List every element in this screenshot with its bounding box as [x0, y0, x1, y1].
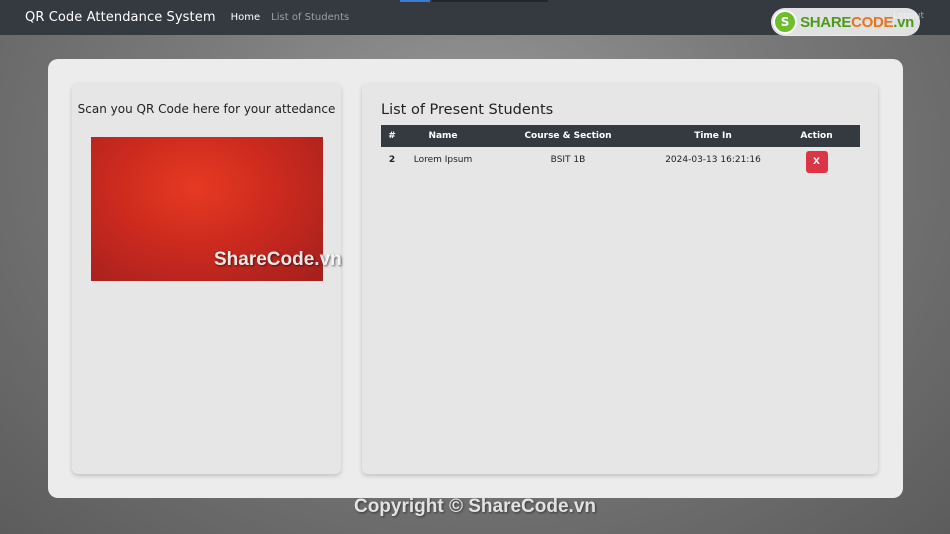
column-header-time-in: Time In [653, 125, 773, 147]
nav-link-list-of-students[interactable]: List of Students [271, 12, 349, 23]
row-action-cell: X [773, 147, 860, 173]
column-header-number: # [381, 125, 403, 147]
column-header-course: Course & Section [483, 125, 653, 147]
brand-title[interactable]: QR Code Attendance System [25, 10, 216, 25]
attendance-title: List of Present Students [381, 102, 554, 118]
column-header-name: Name [403, 125, 483, 147]
row-time-in: 2024-03-13 16:21:16 [665, 155, 761, 165]
watermark-text: ShareCode.vn [214, 249, 342, 270]
sharecode-logo-text: SHARECODE.vn [800, 13, 914, 31]
scanner-title: Scan you QR Code here for your attedance [77, 102, 336, 116]
nav-accent-bar [400, 0, 430, 2]
delete-button[interactable]: X [805, 151, 828, 173]
table-header-row: # Name Course & Section Time In Action [381, 125, 860, 147]
sharecode-logo-icon: S [773, 10, 798, 34]
top-navbar: QR Code Attendance System Home List of S… [0, 0, 950, 36]
sharecode-logo: S SHARECODE.vn [771, 8, 920, 36]
column-header-action: Action [773, 125, 860, 147]
attendance-table: # Name Course & Section Time In Action 2… [381, 125, 860, 173]
scanner-panel: Scan you QR Code here for your attedance [72, 83, 341, 474]
footer-copyright: Copyright © ShareCode.vn [353, 496, 597, 517]
nav-link-home[interactable]: Home [231, 12, 261, 23]
attendance-panel: List of Present Students # Name Course &… [362, 83, 878, 474]
row-number: 2 [388, 155, 396, 165]
row-name: Lorem Ipsum [413, 155, 473, 165]
nav-accent-bar-dark [432, 0, 548, 2]
row-course: BSIT 1B [550, 155, 586, 165]
table-row: 2 Lorem Ipsum BSIT 1B 2024-03-13 16:21:1… [381, 147, 860, 173]
main-card: Scan you QR Code here for your attedance… [48, 59, 903, 498]
